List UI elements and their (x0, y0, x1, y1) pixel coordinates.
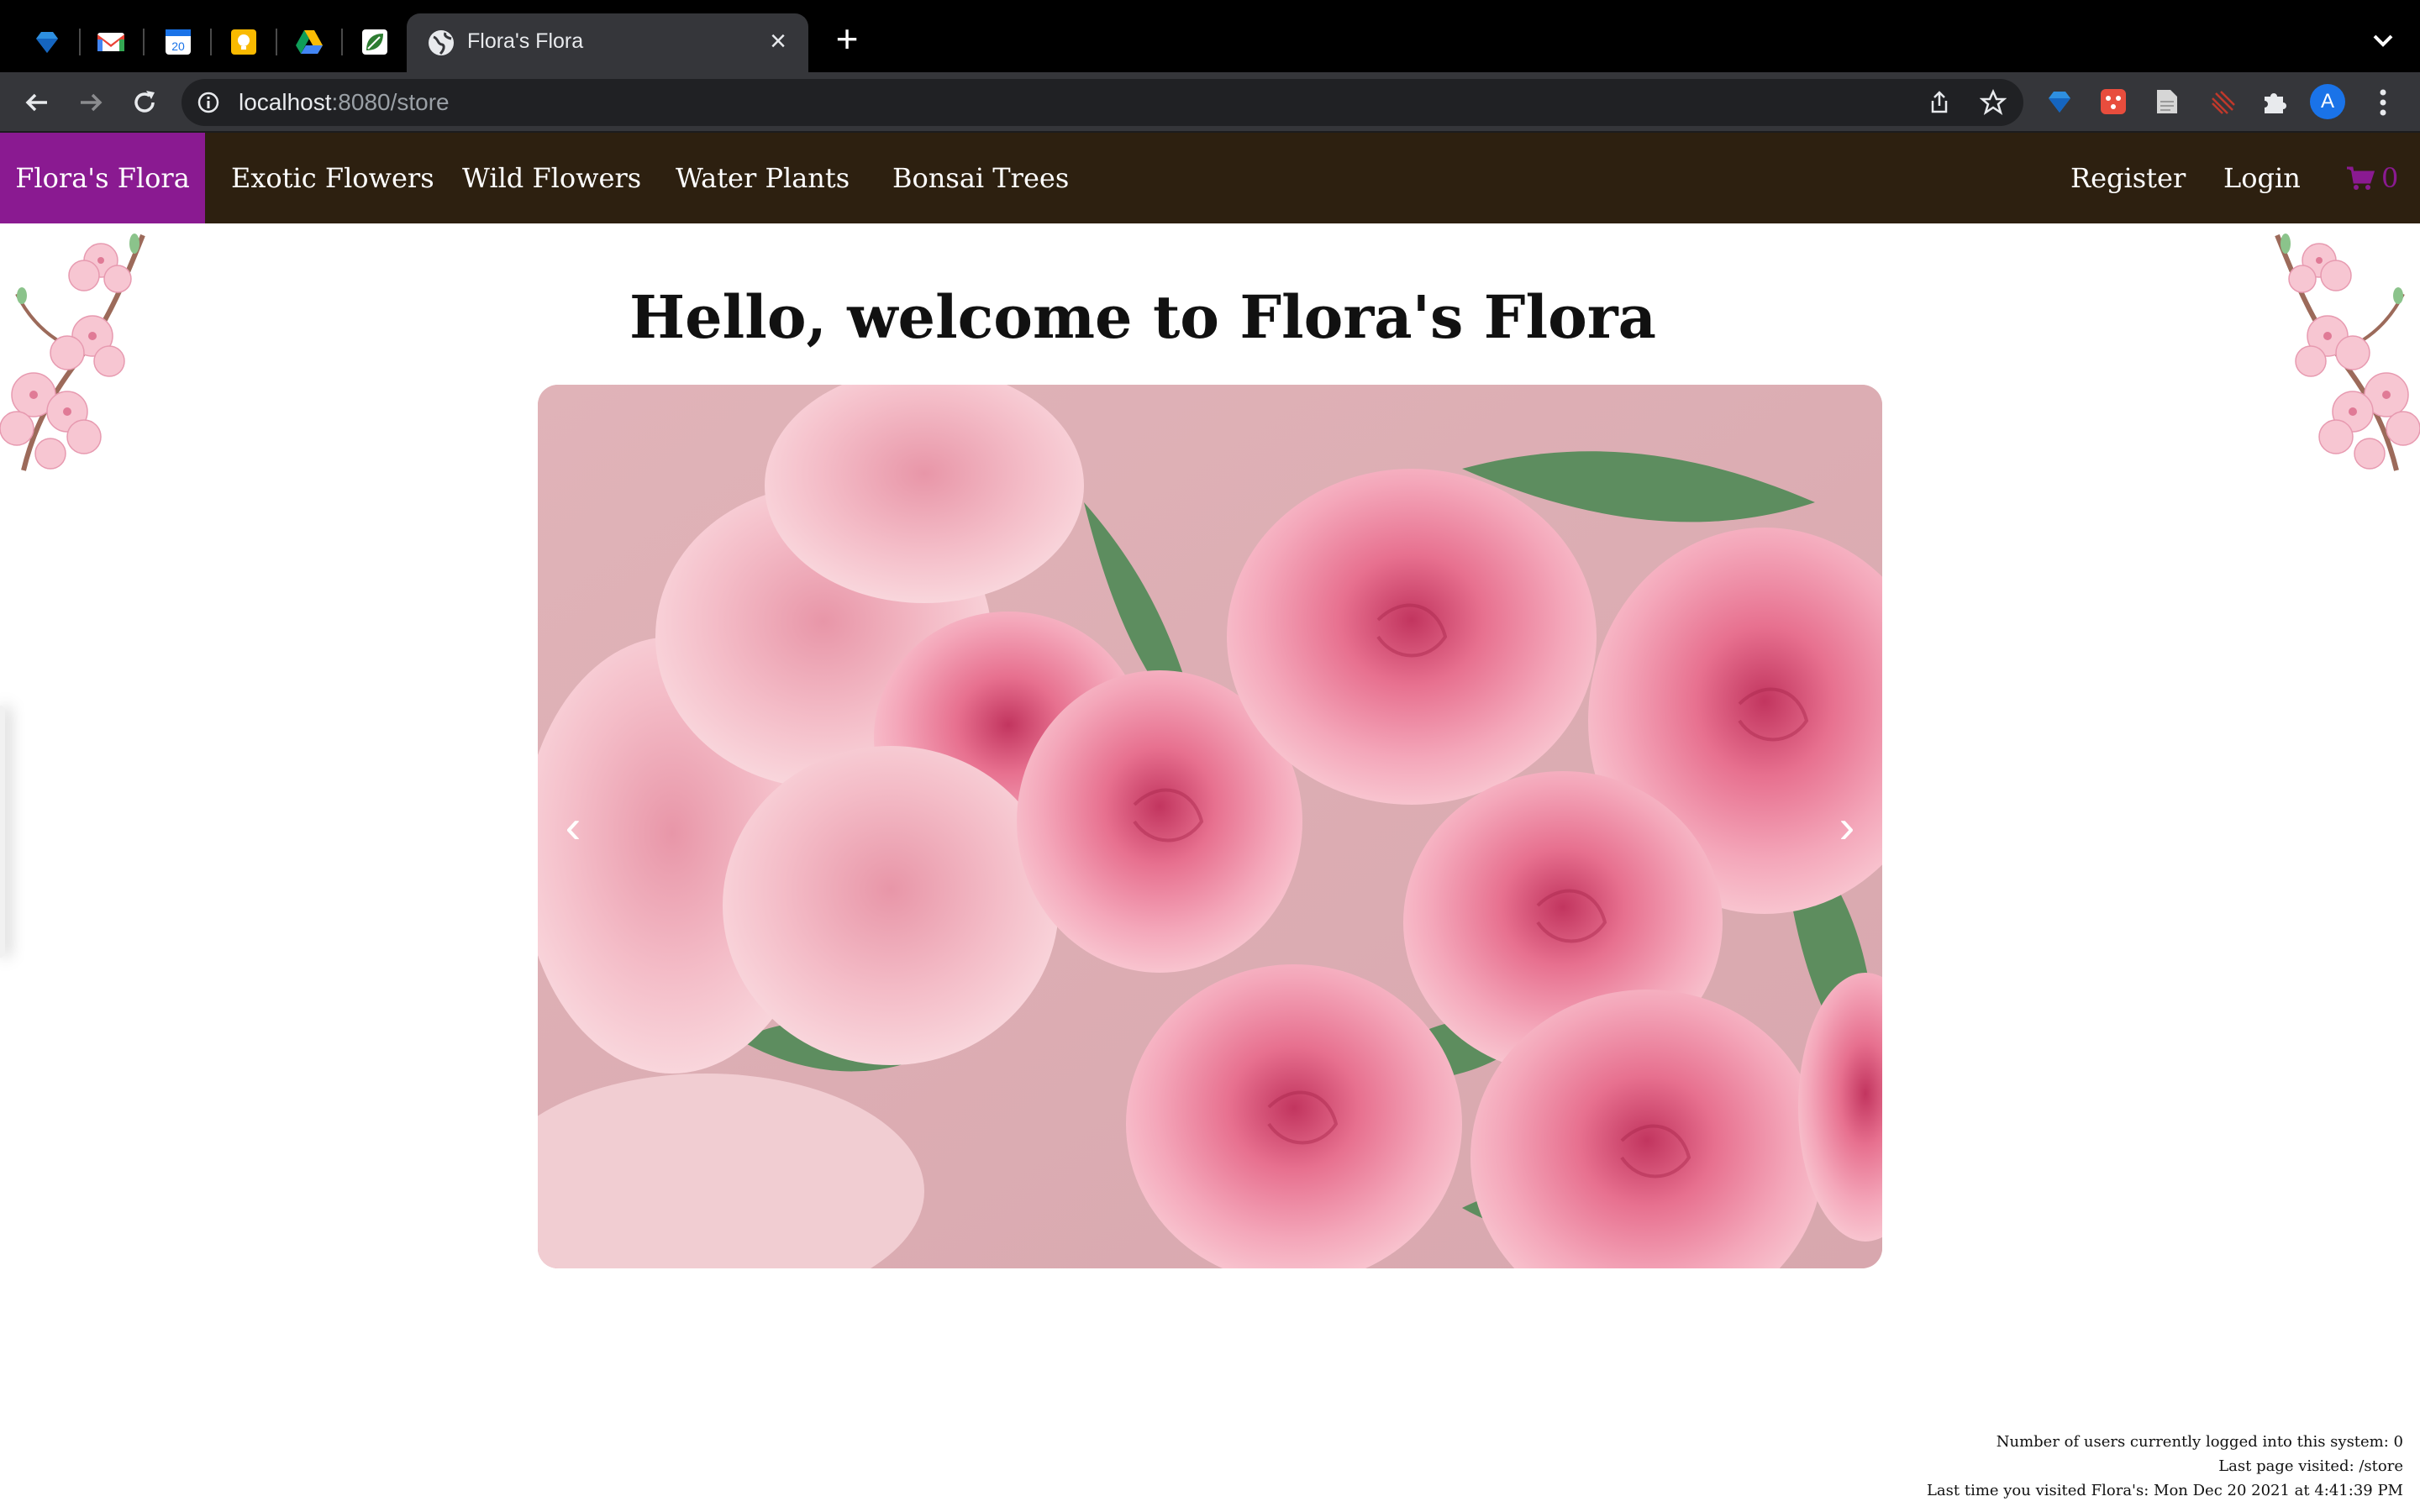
forward-arrow-icon (81, 93, 103, 112)
session-info: Number of users currently logged into th… (1927, 1430, 2403, 1503)
pinned-tab-calendar[interactable]: 20 (155, 18, 202, 66)
brand-link[interactable]: Flora's Flora (0, 133, 205, 223)
close-tab-icon[interactable]: × (763, 27, 793, 57)
calendar-icon: 20 (166, 29, 191, 55)
extension-document[interactable] (2151, 86, 2183, 118)
tab-title: Flora's Flora (467, 29, 584, 53)
back-button[interactable] (18, 84, 55, 121)
gem-icon (2049, 92, 2070, 113)
calendar-grid-icon (2101, 89, 2126, 114)
carousel-next-button[interactable]: › (1822, 795, 1872, 858)
tab-separator (79, 29, 81, 55)
gem-icon (36, 32, 58, 53)
nav-link-wild-flowers[interactable]: Wild Flowers (462, 133, 641, 223)
pinned-tab-gem[interactable] (24, 18, 71, 66)
carousel-prev-button[interactable]: ‹ (548, 795, 598, 858)
globe-icon (429, 30, 454, 55)
logged-in-users-text: Number of users currently logged into th… (1996, 1433, 2403, 1451)
last-visit-text: Last time you visited Flora's: Mon Dec 2… (1926, 1482, 2403, 1499)
back-arrow-icon (25, 93, 47, 112)
tab-separator (341, 29, 343, 55)
login-link[interactable]: Login (2223, 133, 2301, 223)
side-panel-handle[interactable] (0, 706, 5, 958)
pinned-tab-drive[interactable] (286, 18, 333, 66)
url-text: localhost:8080/store (239, 89, 450, 115)
gmail-icon (97, 33, 124, 51)
document-icon (2157, 90, 2177, 113)
active-tab[interactable]: Flora's Flora × (407, 13, 808, 74)
pinned-tab-keep[interactable] (220, 18, 267, 66)
extension-stripes[interactable] (2207, 86, 2238, 118)
shopping-cart-icon (2347, 166, 2375, 190)
keep-icon (231, 29, 256, 55)
profile-avatar[interactable]: A (2310, 84, 2345, 119)
nav-link-bonsai-trees[interactable]: Bonsai Trees (892, 133, 1069, 223)
browser-toolbar: localhost:8080/store A (0, 72, 2420, 131)
cherry-blossom-decoration-right (2275, 234, 2420, 471)
share-icon[interactable] (1926, 89, 1953, 116)
tab-separator (210, 29, 212, 55)
reload-icon (134, 91, 155, 113)
browser-tabstrip: 20 Flora's Flora × + (0, 0, 2420, 74)
extensions-button[interactable] (2259, 86, 2291, 118)
drive-icon (296, 30, 323, 54)
stripes-icon (2212, 91, 2235, 114)
svg-text:20: 20 (171, 39, 185, 53)
welcome-heading: Hello, welcome to Flora's Flora (629, 282, 1656, 352)
bookmark-star-icon[interactable] (1980, 89, 2007, 116)
nav-link-exotic-flowers[interactable]: Exotic Flowers (231, 133, 434, 223)
extension-calendar[interactable] (2097, 86, 2129, 118)
register-link[interactable]: Register (2070, 133, 2186, 223)
cart-count: 0 (2381, 162, 2399, 194)
tab-search-chevron-icon[interactable] (2366, 24, 2400, 57)
tab-separator (143, 29, 145, 55)
tab-separator (276, 29, 277, 55)
reload-button[interactable] (126, 84, 163, 121)
address-bar[interactable]: localhost:8080/store (182, 79, 2023, 126)
site-info-icon[interactable] (197, 91, 220, 114)
forward-button[interactable] (72, 84, 109, 121)
pinned-tab-gmail[interactable] (87, 18, 134, 66)
image-carousel[interactable]: ‹ › (538, 385, 1882, 1268)
roses-slide-image (538, 385, 1882, 1268)
last-page-text: Last page visited: /store (2218, 1457, 2403, 1475)
pinned-tab-leaf[interactable] (351, 18, 398, 66)
extension-gem[interactable] (2044, 86, 2075, 118)
site-navbar: Flora's Flora Exotic Flowers Wild Flower… (0, 133, 2420, 223)
leaf-icon (362, 29, 387, 55)
cart-link[interactable]: 0 (2346, 133, 2398, 223)
nav-link-water-plants[interactable]: Water Plants (676, 133, 850, 223)
puzzle-icon (2265, 93, 2286, 113)
new-tab-icon[interactable]: + (829, 19, 865, 59)
more-menu-icon[interactable] (2370, 86, 2396, 119)
